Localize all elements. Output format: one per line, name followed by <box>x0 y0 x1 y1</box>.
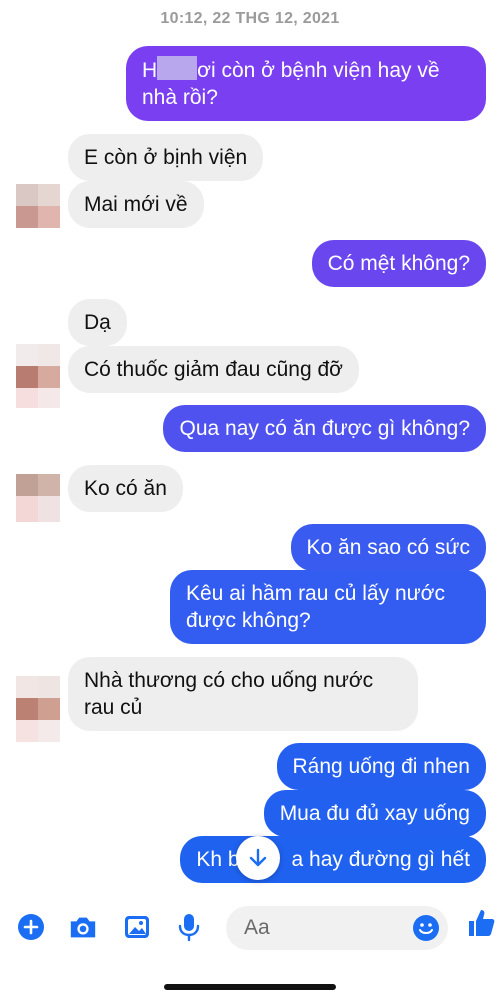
message-bubble-outgoing[interactable]: Kêu ai hầm rau củ lấy nước được không? <box>170 570 486 644</box>
message-bubble-incoming[interactable]: Có thuốc giảm đau cũng đỡ <box>68 346 359 393</box>
gallery-button[interactable] <box>122 912 152 942</box>
message-bubble-outgoing[interactable]: Mua đu đủ xay uống <box>263 790 486 837</box>
emoji-icon[interactable] <box>412 914 440 942</box>
message-bubble-outgoing[interactable]: Ko ăn sao có sức <box>290 524 486 571</box>
conversation-timestamp: 10:12, 22 THG 12, 2021 <box>160 10 340 27</box>
message-bubble-incoming[interactable]: Nhà thương có cho uống nước rau củ <box>68 657 418 731</box>
message-input-placeholder: Aa <box>244 916 270 939</box>
camera-icon <box>70 917 96 938</box>
message-input[interactable]: Aa <box>226 906 448 950</box>
message-bubble-outgoing[interactable]: Ráng uống đi nhen <box>276 743 486 790</box>
like-button[interactable] <box>466 908 496 938</box>
message-bubble-incoming[interactable]: Ko có ăn <box>68 465 183 512</box>
thumbs-up-icon <box>469 910 495 936</box>
camera-button[interactable] <box>68 912 98 942</box>
contact-avatar[interactable] <box>16 676 60 742</box>
message-bubble-outgoing[interactable]: Có mệt không? <box>311 240 486 287</box>
gallery-icon <box>125 916 149 938</box>
redacted-name <box>157 56 198 80</box>
contact-avatar[interactable] <box>16 344 60 408</box>
message-bubble-outgoing[interactable]: Qua nay có ăn được gì không? <box>163 405 486 452</box>
home-indicator <box>164 984 336 990</box>
contact-avatar[interactable] <box>16 184 60 228</box>
message-bubble-outgoing[interactable]: Hơi còn ở bệnh viện hay về nhà rồi? <box>126 46 486 121</box>
microphone-icon <box>178 914 200 942</box>
scroll-to-bottom-button[interactable] <box>236 836 280 880</box>
message-bubble-incoming[interactable]: Mai mới về <box>68 181 204 228</box>
microphone-button[interactable] <box>174 912 204 942</box>
arrow-down-icon <box>249 848 267 867</box>
contact-avatar[interactable] <box>16 474 60 522</box>
plus-icon <box>18 914 44 940</box>
message-bubble-outgoing[interactable]: Kh ba hay đường gì hết <box>180 836 486 883</box>
message-bubble-incoming[interactable]: E còn ở bịnh viện <box>68 134 264 181</box>
plus-button[interactable] <box>16 912 46 942</box>
message-bubble-incoming[interactable]: Dạ <box>68 299 127 346</box>
